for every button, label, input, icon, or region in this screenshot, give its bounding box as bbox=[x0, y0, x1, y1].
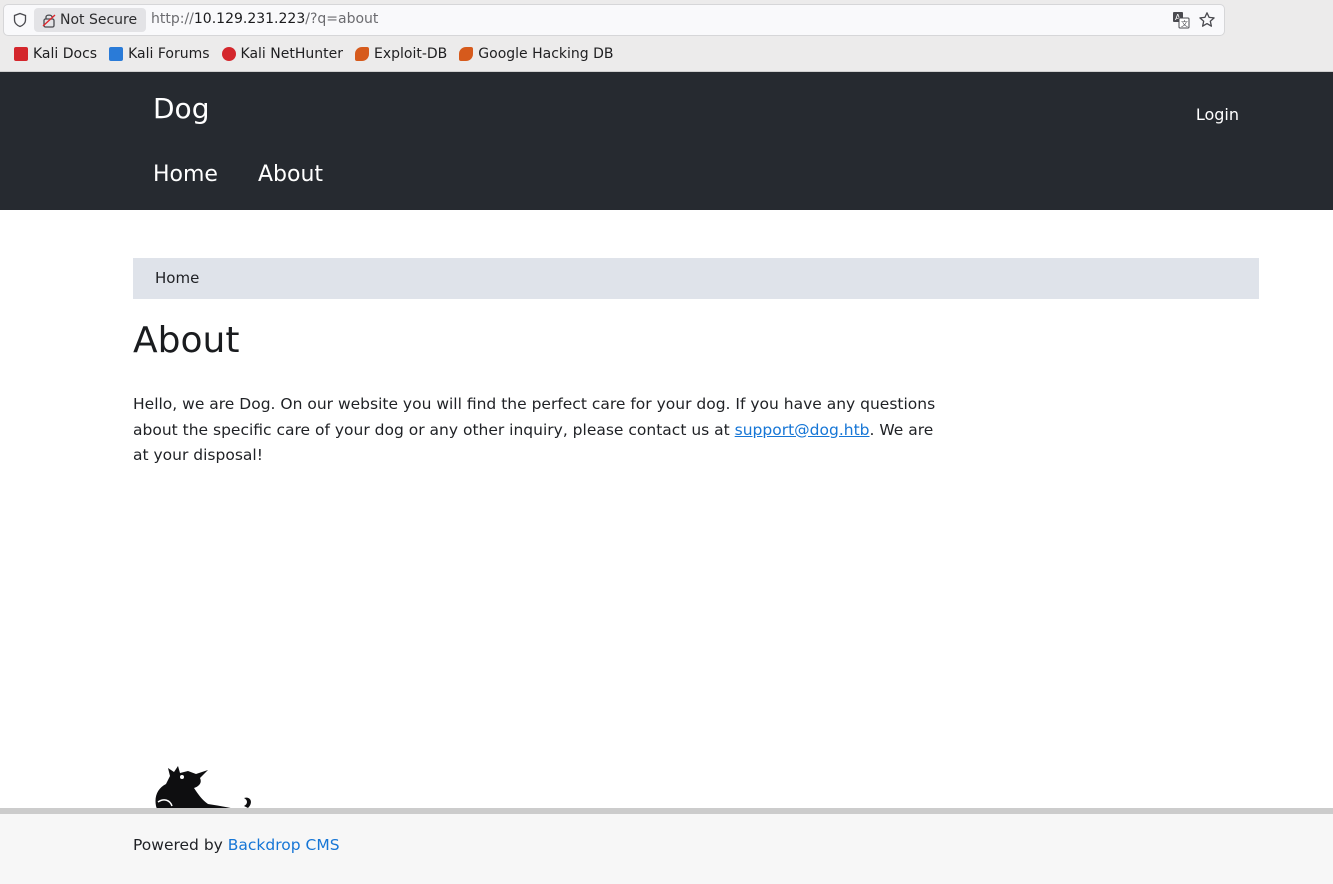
bookmarks-toolbar: Kali Docs Kali Forums Kali NetHunter Exp… bbox=[14, 46, 614, 62]
bookmark-kali-nethunter[interactable]: Kali NetHunter bbox=[221, 46, 343, 62]
site-footer: Powered by Backdrop CMS bbox=[0, 814, 1333, 884]
page-title: About bbox=[133, 320, 240, 361]
bookmark-kali-forums[interactable]: Kali Forums bbox=[109, 46, 210, 62]
svg-text:文: 文 bbox=[1181, 19, 1188, 28]
site-name[interactable]: Dog bbox=[153, 92, 209, 125]
security-label: Not Secure bbox=[60, 12, 138, 28]
kali-docs-icon bbox=[14, 47, 28, 61]
kali-nethunter-icon bbox=[221, 47, 236, 61]
about-text: Hello, we are Dog. On our website you wi… bbox=[133, 392, 953, 469]
bookmark-kali-docs[interactable]: Kali Docs bbox=[14, 46, 97, 62]
bookmark-label: Kali Docs bbox=[33, 46, 98, 62]
site-header: Dog Login Home About bbox=[0, 72, 1333, 210]
backdrop-cms-link[interactable]: Backdrop CMS bbox=[228, 836, 340, 854]
kali-forums-icon bbox=[109, 47, 124, 61]
exploit-db-icon bbox=[354, 47, 369, 61]
bookmark-label: Google Hacking DB bbox=[478, 46, 614, 62]
menu-item-home[interactable]: Home bbox=[153, 162, 218, 187]
bookmark-google-hacking-db[interactable]: Google Hacking DB bbox=[459, 46, 614, 62]
broken-lock-icon bbox=[42, 14, 56, 28]
url-scheme: http:// bbox=[151, 11, 194, 27]
browser-chrome: Not Secure http://10.129.231.223/?q=abou… bbox=[0, 0, 1333, 72]
main-menu: Home About bbox=[153, 162, 323, 187]
security-badge[interactable]: Not Secure bbox=[34, 8, 147, 32]
url-path: /?q=about bbox=[305, 11, 379, 27]
address-bar[interactable]: Not Secure http://10.129.231.223/?q=abou… bbox=[4, 5, 1224, 35]
breadcrumb: Home bbox=[133, 258, 1259, 299]
email-link[interactable]: support@dog.htb bbox=[735, 421, 870, 439]
breadcrumb-home-link[interactable]: Home bbox=[155, 269, 199, 287]
bookmark-label: Kali NetHunter bbox=[240, 46, 343, 62]
ghdb-icon bbox=[459, 47, 474, 61]
login-link[interactable]: Login bbox=[1196, 105, 1239, 124]
url-host: 10.129.231.223 bbox=[193, 11, 306, 27]
bookmark-star-icon[interactable] bbox=[1198, 11, 1216, 29]
powered-by-prefix: Powered by bbox=[133, 836, 228, 854]
menu-item-about[interactable]: About bbox=[258, 162, 323, 187]
url-text[interactable]: http://10.129.231.223/?q=about bbox=[151, 11, 378, 27]
bookmark-label: Kali Forums bbox=[128, 46, 210, 62]
shield-icon[interactable] bbox=[12, 12, 28, 28]
bookmark-label: Exploit-DB bbox=[373, 46, 448, 62]
translate-icon[interactable]: A 文 bbox=[1172, 11, 1190, 29]
powered-by: Powered by Backdrop CMS bbox=[133, 836, 340, 854]
bookmark-exploit-db[interactable]: Exploit-DB bbox=[354, 46, 448, 62]
